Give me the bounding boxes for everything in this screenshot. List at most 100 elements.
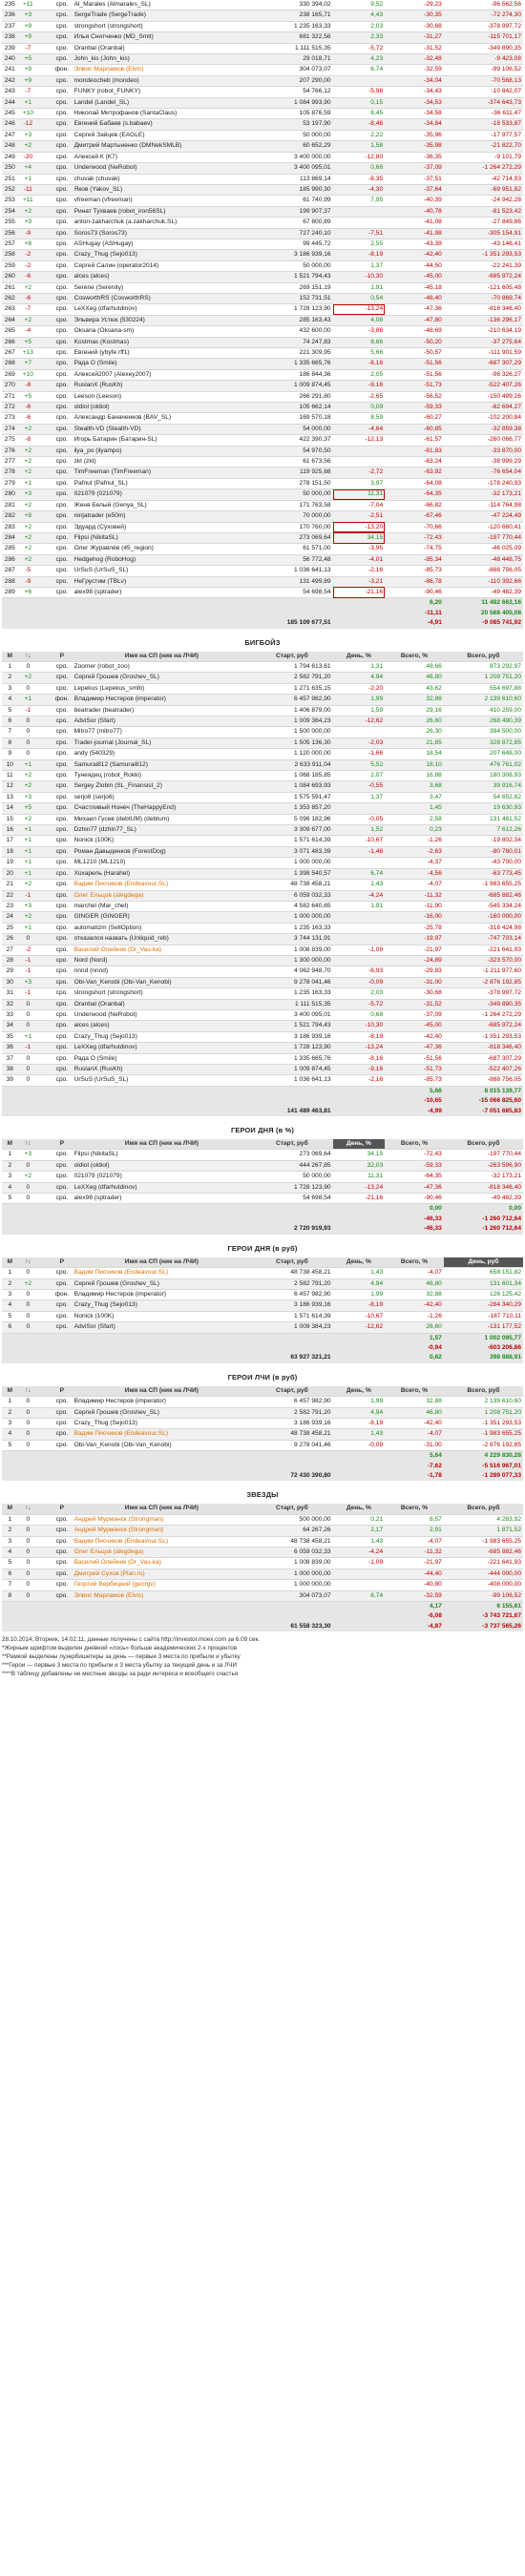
participant-name[interactable]: LeXXeg (dfarhutdinov)	[72, 1042, 252, 1054]
participant-name[interactable]: ASHugay (ASHugay)	[72, 239, 252, 251]
participant-name[interactable]: Nord (Nord)	[72, 955, 252, 967]
participant-name[interactable]: alex98 (sptrader)	[72, 587, 252, 599]
participant-name[interactable]: Oranbal (Oranbal)	[72, 999, 252, 1010]
participant-name[interactable]: strongshort (strongshort)	[72, 987, 252, 1000]
participant-name[interactable]: LeXXeg (dfarhutdinov)	[72, 1182, 252, 1195]
participant-name[interactable]: ML1210 (ML1210)	[72, 857, 252, 869]
participant-name[interactable]: marchel (Mar_chel)	[72, 901, 252, 913]
participant-name[interactable]: Ринат Тухваев (robot_iron56SL)	[72, 206, 252, 218]
participant-name[interactable]: nnnd (nnnd)	[72, 966, 252, 978]
participant-name[interactable]: Эдуард (Суховей)	[72, 522, 252, 533]
participant-name[interactable]: GINGER (GINGER)	[72, 911, 252, 924]
participant-name[interactable]: Pafnut (Pafnut_SL)	[72, 478, 252, 490]
participant-name[interactable]: НеГрустим (TBLv)	[72, 576, 252, 588]
participant-name[interactable]: Дмитрий Сухов (Plan.ru)	[72, 1568, 252, 1581]
participant-name[interactable]: ilya_po (ilyampo)	[72, 446, 252, 458]
participant-name[interactable]: Nonick (100K)	[72, 1311, 252, 1323]
participant-name[interactable]: Рада О (Smile)	[72, 1053, 252, 1066]
participant-name[interactable]: Дмитрий Мартыненко (DMNekSMLB)	[72, 140, 252, 153]
participant-name[interactable]: andy (540329)	[72, 748, 252, 760]
participant-name[interactable]: Андрей Мурманск (Strongman)	[72, 1514, 252, 1527]
participant-name[interactable]: Тунеядец (robot_Rokki)	[72, 770, 252, 782]
participant-name[interactable]: Роман Давыденков (ForestDog)	[72, 846, 252, 859]
participant-name[interactable]: Михаил Гусев (debtUM) (debtum)	[72, 814, 252, 826]
participant-name[interactable]: Flipsi (NikitaSL)	[72, 1149, 252, 1161]
participant-name[interactable]: Flipsi (NikitaSL)	[72, 532, 252, 545]
participant-name[interactable]: Счастливый Нонеч (TheHappyEnd)	[72, 802, 252, 815]
participant-name[interactable]: TimFreeman (TimFreeman)	[72, 467, 252, 479]
participant-name[interactable]: Obi-Van_Kenobi (Obi-Van_Kenobi)	[72, 977, 252, 989]
participant-name[interactable]: Underwood (NeRobot)	[72, 1009, 252, 1022]
participant-name[interactable]: Zoomer (robot_zoo)	[72, 661, 252, 674]
participant-name[interactable]: Вадим Писчиков (Endeavour.SL)	[72, 879, 252, 891]
participant-name[interactable]: Эльвира Устюк (530224)	[72, 315, 252, 327]
participant-name[interactable]: Leeson (Leeson)	[72, 391, 252, 404]
participant-name[interactable]: Хохарель (Harahel)	[72, 868, 252, 881]
participant-name[interactable]: automatizm (SellOption)	[72, 923, 252, 935]
participant-name[interactable]: 021079 (021079)	[72, 488, 252, 501]
participant-name[interactable]: отказался назвать (Unliquid_reb)	[72, 933, 252, 945]
participant-name[interactable]: Mitro77 (mitro77)	[72, 726, 252, 738]
participant-name[interactable]: oldiol (oldiol)	[72, 1160, 252, 1173]
participant-name[interactable]: zkt (zkt)	[72, 456, 252, 468]
participant-name[interactable]: UrSuS (UrSuS_SL)	[72, 1074, 252, 1087]
participant-name[interactable]: RuslanX (RusKh)	[72, 1064, 252, 1076]
participant-name[interactable]: Nonick (100K)	[72, 835, 252, 847]
participant-name[interactable]: beatrader (beatrader)	[72, 705, 252, 717]
participant-name[interactable]: Георгий Вербицкий (georgv)	[72, 1579, 252, 1591]
participant-name[interactable]: Сергей Салин (operator2014)	[72, 260, 252, 273]
participant-name[interactable]: Serene (Serenity)	[72, 282, 252, 294]
participant-name[interactable]: Игорь Батарин (Батарин-SL)	[72, 434, 252, 447]
participant-name[interactable]: FUNKY (robot_FUNKY)	[72, 86, 252, 98]
participant-name[interactable]: alex98 (sptrader)	[72, 1193, 252, 1205]
participant-name[interactable]: chuvak (chuvak)	[72, 174, 252, 185]
participant-name[interactable]: ninjatrader (e50m)	[72, 510, 252, 523]
participant-name[interactable]: Trader-journal (Journal_SL)	[72, 737, 252, 750]
participant-name[interactable]: Элвис Марламов (Elvis)	[72, 1590, 252, 1603]
participant-name[interactable]: AdviSor (Sfart)	[72, 1321, 252, 1334]
participant-name[interactable]: Элвис Марламов (Elvis)	[72, 64, 252, 76]
participant-name[interactable]: Soros73 (Soros73)	[72, 228, 252, 239]
participant-name[interactable]: Kostmas (Kostmas)	[72, 337, 252, 349]
participant-name[interactable]: Сергей Грошев (Groshev_SL)	[72, 1407, 252, 1419]
participant-name[interactable]: oldiol (oldiol)	[72, 402, 252, 414]
participant-name[interactable]: Андрей Мурманск (Strongman)	[72, 1525, 252, 1537]
participant-name[interactable]: Яков (Yakov_SL)	[72, 184, 252, 197]
participant-name[interactable]: anton-zakharchuk (a.zakharchuk.SL)	[72, 217, 252, 229]
participant-name[interactable]: Landel (Landel_SL)	[72, 97, 252, 110]
participant-name[interactable]: Al_Marales (Almarales_SL)	[72, 0, 252, 11]
participant-name[interactable]: John_kis (John_kis)	[72, 53, 252, 66]
participant-name[interactable]: mondeocheb (mondeo)	[72, 75, 252, 88]
participant-name[interactable]: Олег Ельцов (alegdega)	[72, 1547, 252, 1559]
participant-name[interactable]: Вадим Писчиков (Endeavour.SL)	[72, 1267, 252, 1279]
participant-name[interactable]: Василий Олейник (Dr_Vas-ka)	[72, 945, 252, 956]
participant-name[interactable]: Александр Баначенков (BAV_SL)	[72, 412, 252, 425]
participant-name[interactable]: alces (alces)	[72, 271, 252, 283]
participant-name[interactable]: Crazy_Thug (Sejo013)	[72, 1031, 252, 1044]
participant-name[interactable]: Samurai812 (Samurai812)	[72, 759, 252, 772]
participant-name[interactable]: Crazy_Thug (Sejo013)	[72, 1418, 252, 1430]
participant-name[interactable]: Евгений Бабаев (s.babaev)	[72, 118, 252, 131]
participant-name[interactable]: Stealth-VD (Stealth-VD)	[72, 424, 252, 436]
participant-name[interactable]: AdviSor (Sfart)	[72, 716, 252, 728]
participant-name[interactable]: Евгений (ybyfe rff1)	[72, 347, 252, 360]
participant-name[interactable]: Василий Олейник (Dr_Vas-ka)	[72, 1557, 252, 1569]
participant-name[interactable]: Олег Журавлёв (45_region)	[72, 543, 252, 555]
participant-name[interactable]: Сергей Грошев (Groshev_SL)	[72, 1278, 252, 1290]
participant-name[interactable]: Сергей Грошев (Groshev_SL)	[72, 672, 252, 684]
participant-name[interactable]: Владимир Нестеров (imperator)	[72, 1396, 252, 1408]
participant-name[interactable]: Вадим Писчиков (Endeavour.SL)	[72, 1428, 252, 1441]
participant-name[interactable]: Dzhin77 (dzhin77_SL)	[72, 824, 252, 837]
participant-name[interactable]: Владимир Нестеров (imperator)	[72, 694, 252, 706]
participant-name[interactable]: UrSuS (UrSuS_SL)	[72, 565, 252, 577]
participant-name[interactable]: Hedgehog (RoboHog)	[72, 554, 252, 567]
participant-name[interactable]: Oranbal (Oranbal)	[72, 43, 252, 55]
participant-name[interactable]: Женя Белый (Genya_SL)	[72, 500, 252, 512]
participant-name[interactable]: Lepekus (Lepekus_smlb)	[72, 683, 252, 696]
participant-name[interactable]: Николай Митрофанов (SantaClaus)	[72, 108, 252, 120]
participant-name[interactable]: alces (alces)	[72, 1020, 252, 1032]
participant-name[interactable]: Crazy_Thug (Sejo013)	[72, 1299, 252, 1312]
participant-name[interactable]: Sergey Zlobin (SL_Finansist_2)	[72, 780, 252, 793]
participant-name[interactable]: 021079 (021079)	[72, 1171, 252, 1183]
participant-name[interactable]: vfreeman (vfreeman)	[72, 195, 252, 207]
